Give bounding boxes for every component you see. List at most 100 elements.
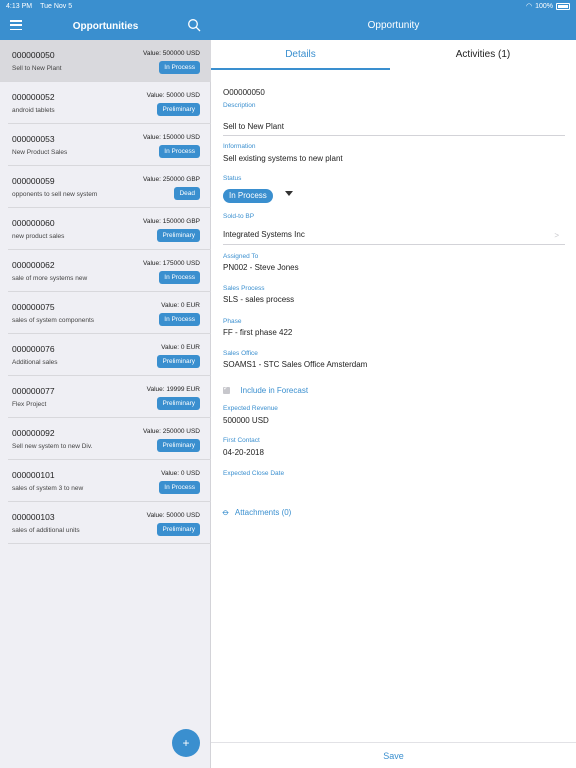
status-badge: In Process xyxy=(159,313,200,326)
sales-office-field: Sales Office SOAMS1 - STC Sales Office A… xyxy=(223,350,565,369)
chevron-right-icon: > xyxy=(554,231,559,240)
forecast-row[interactable]: Include in Forecast xyxy=(223,382,565,400)
opportunity-desc: Flex Project xyxy=(12,401,47,408)
forecast-label[interactable]: Include in Forecast xyxy=(240,386,308,395)
opportunity-id: 000000101 xyxy=(12,470,55,480)
list-item[interactable]: 000000059 opponents to sell new system V… xyxy=(8,166,211,208)
revenue-label: Expected Revenue xyxy=(223,405,278,412)
status-badge: Dead xyxy=(174,187,200,200)
opportunity-desc: Sell to New Plant xyxy=(12,65,62,72)
sold-to-select[interactable]: Integrated Systems Inc > xyxy=(223,220,565,245)
information-field: Information Sell existing systems to new… xyxy=(223,143,565,163)
sales-office-value[interactable]: SOAMS1 - STC Sales Office Amsterdam xyxy=(223,360,565,369)
opportunity-desc: opponents to sell new system xyxy=(12,191,98,198)
list-item[interactable]: 000000076 Additional sales Value: 0 EUR … xyxy=(8,334,211,376)
opportunity-id: 000000053 xyxy=(12,134,55,144)
sales-process-value[interactable]: SLS - sales process xyxy=(223,295,565,304)
tab-activities[interactable]: Activities (1) xyxy=(390,40,576,70)
description-input-wrap[interactable]: Sell to New Plant xyxy=(223,109,565,136)
forecast-checkbox[interactable] xyxy=(223,384,230,395)
save-toolbar: Save xyxy=(211,742,576,768)
revenue-field: Expected Revenue 500000 USD xyxy=(223,405,565,425)
first-contact-value[interactable]: 04-20-2018 xyxy=(223,448,565,457)
status-badge: In Process xyxy=(159,145,200,158)
status-badge: In Process xyxy=(159,61,200,74)
phase-value[interactable]: FF - first phase 422 xyxy=(223,328,565,337)
opportunity-value: Value: 250000 GBP xyxy=(143,176,200,183)
opportunities-title: Opportunities xyxy=(72,20,139,32)
close-date-field: Expected Close Date xyxy=(223,470,565,489)
opportunity-desc: android tablets xyxy=(12,107,55,114)
status-badge: Preliminary xyxy=(157,397,200,410)
list-item[interactable]: 000000062 sale of more systems new Value… xyxy=(8,250,211,292)
attachments-link[interactable]: Attachments (0) xyxy=(235,508,291,517)
paperclip-icon: ⌀ xyxy=(220,506,232,518)
status-pill[interactable]: In Process xyxy=(223,189,273,203)
status-badge: Preliminary xyxy=(157,103,200,116)
opportunity-title: Opportunity xyxy=(211,12,576,40)
revenue-value[interactable]: 500000 USD xyxy=(223,416,565,425)
first-contact-label: First Contact xyxy=(223,437,260,444)
opportunity-value: Value: 150000 USD xyxy=(143,134,200,141)
opportunity-value: Value: 19999 EUR xyxy=(146,386,200,393)
opportunity-desc: new product sales xyxy=(12,233,65,240)
phase-field: Phase FF - first phase 422 xyxy=(223,318,565,337)
opportunity-id: 000000077 xyxy=(12,386,55,396)
close-date-input[interactable] xyxy=(223,477,565,489)
opportunity-id: 000000060 xyxy=(12,218,55,228)
list-item[interactable]: 000000052 android tablets Value: 50000 U… xyxy=(8,82,211,124)
tab-details[interactable]: Details xyxy=(211,40,390,70)
menu-icon[interactable] xyxy=(10,20,22,30)
opportunity-value: Value: 500000 USD xyxy=(143,50,200,57)
list-item[interactable]: 000000060 new product sales Value: 15000… xyxy=(8,208,211,250)
opportunity-id: 000000050 xyxy=(12,50,55,60)
information-value[interactable]: Sell existing systems to new plant xyxy=(223,154,565,163)
sold-to-field: Sold-to BP Integrated Systems Inc > xyxy=(223,213,565,245)
first-contact-field: First Contact 04-20-2018 xyxy=(223,437,565,457)
sales-process-field: Sales Process SLS - sales process xyxy=(223,285,565,304)
opportunity-number-value: O00000050 xyxy=(223,88,265,97)
sales-office-label: Sales Office xyxy=(223,350,258,357)
opportunity-number: O00000050 xyxy=(223,82,565,100)
opportunity-value: Value: 175000 USD xyxy=(143,260,200,267)
assigned-value[interactable]: PN002 - Steve Jones xyxy=(223,263,565,272)
status-badge: Preliminary xyxy=(157,355,200,368)
opportunity-value: Value: 0 EUR xyxy=(161,302,200,309)
list-item[interactable]: 000000092 Sell new system to new Div. Va… xyxy=(8,418,211,460)
opportunity-value: Value: 250000 USD xyxy=(143,428,200,435)
opportunity-value: Value: 50000 USD xyxy=(146,92,200,99)
opportunity-desc: Additional sales xyxy=(12,359,58,366)
opportunity-id: 000000103 xyxy=(12,512,55,522)
status-field: Status In Process xyxy=(223,175,565,203)
list-item[interactable]: 000000101 sales of system 3 to new Value… xyxy=(8,460,211,502)
list-item[interactable]: 000000103 sales of additional units Valu… xyxy=(8,502,211,544)
status-bar: 4:13 PM Tue Nov 5 ◠ 100% xyxy=(0,0,576,12)
status-badge: Preliminary xyxy=(157,229,200,242)
attachments-row[interactable]: ⌀ Attachments (0) xyxy=(220,502,565,520)
sold-to-value: Integrated Systems Inc xyxy=(223,230,305,239)
list-item[interactable]: 000000050 Sell to New Plant Value: 50000… xyxy=(0,40,211,82)
opportunity-id: 000000075 xyxy=(12,302,55,312)
opportunity-detail-pane: Opportunity Details Activities (1) O0000… xyxy=(211,0,576,768)
opportunities-navbar: Opportunities xyxy=(0,12,211,40)
status-badge: In Process xyxy=(159,271,200,284)
battery-percent: 100% xyxy=(535,2,553,10)
opportunity-id: 000000052 xyxy=(12,92,55,102)
opportunity-id: 000000092 xyxy=(12,428,55,438)
search-icon[interactable] xyxy=(187,18,201,32)
sales-process-label: Sales Process xyxy=(223,285,265,292)
battery-icon xyxy=(556,2,570,10)
opportunity-list: 000000050 Sell to New Plant Value: 50000… xyxy=(0,40,211,544)
list-item[interactable]: 000000075 sales of system components Val… xyxy=(8,292,211,334)
list-item[interactable]: 000000053 New Product Sales Value: 15000… xyxy=(8,124,211,166)
add-opportunity-button[interactable]: + xyxy=(172,729,200,757)
opportunity-value: Value: 0 EUR xyxy=(161,344,200,351)
status-badge: In Process xyxy=(159,481,200,494)
description-input[interactable]: Sell to New Plant xyxy=(223,122,284,131)
description-field: Description Sell to New Plant xyxy=(223,102,565,136)
opportunity-id: 000000059 xyxy=(12,176,55,186)
caret-down-icon[interactable] xyxy=(285,191,294,197)
save-button[interactable]: Save xyxy=(383,751,404,761)
list-item[interactable]: 000000077 Flex Project Value: 19999 EUR … xyxy=(8,376,211,418)
opportunity-value: Value: 50000 USD xyxy=(146,512,200,519)
